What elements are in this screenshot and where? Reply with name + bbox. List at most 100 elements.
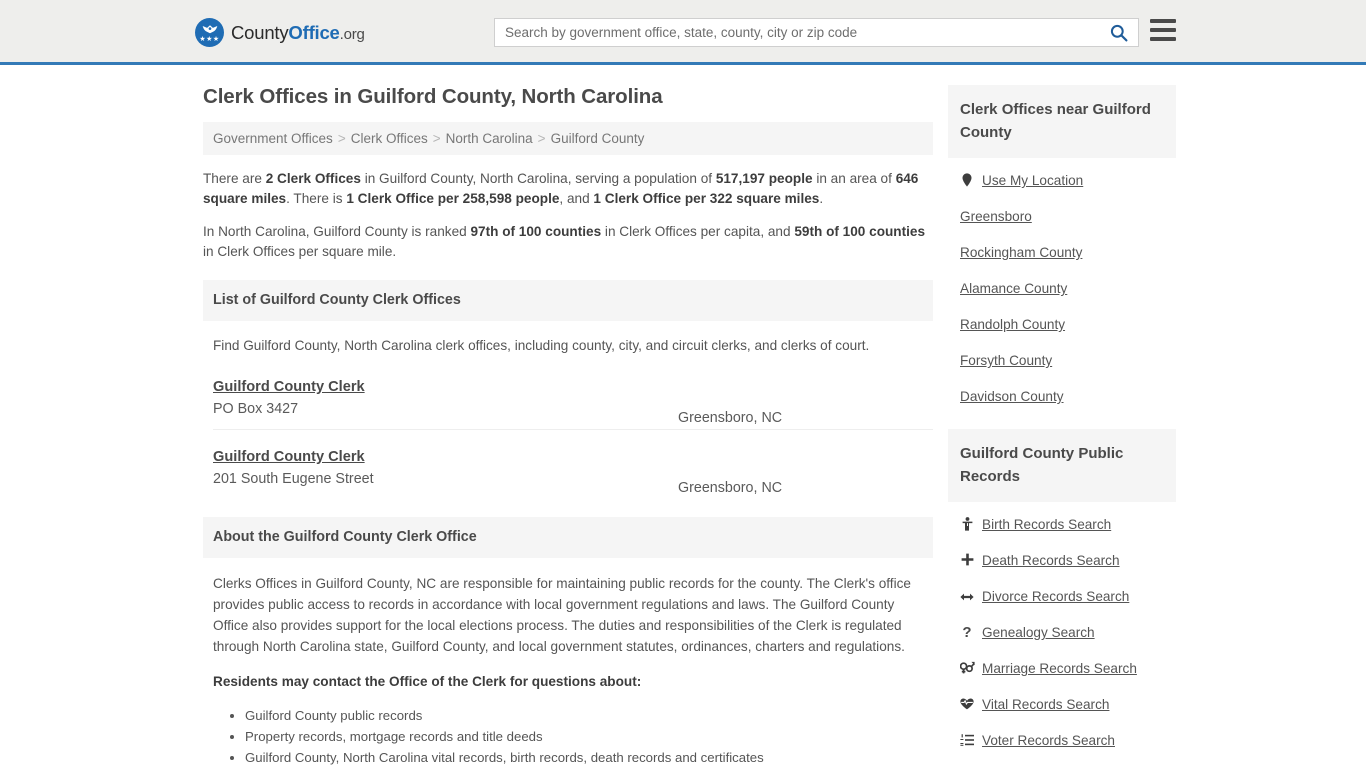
eagle-glyph bbox=[202, 25, 217, 34]
sidebar-nearby-list: Use My Location Greensboro Rockingham Co… bbox=[948, 158, 1176, 405]
sidebar-link-label[interactable]: Marriage Records Search bbox=[982, 661, 1137, 676]
about-paragraph: Clerks Offices in Guilford County, NC ar… bbox=[213, 576, 911, 654]
sidebar-link-label[interactable]: Death Records Search bbox=[982, 553, 1120, 568]
list-item: Guilford County public records bbox=[245, 706, 933, 725]
sidebar-item-greensboro[interactable]: Greensboro bbox=[960, 208, 1176, 225]
office-address: 201 South Eugene Street bbox=[213, 471, 374, 487]
sidebar-item-vital-records-search[interactable]: Vital Records Search bbox=[960, 696, 1176, 713]
breadcrumb-item-north-carolina[interactable]: North Carolina bbox=[446, 131, 533, 146]
list-ol-icon bbox=[960, 733, 974, 748]
sidebar-link-label[interactable]: Greensboro bbox=[960, 209, 1032, 224]
content-container: Clerk Offices in Guilford County, North … bbox=[193, 65, 1176, 765]
intro-text: in Clerk Offices per capita, and bbox=[601, 224, 795, 239]
office-list-item: Guilford County Clerk 201 South Eugene S… bbox=[213, 448, 933, 499]
sidebar-link-label[interactable]: Birth Records Search bbox=[982, 517, 1111, 532]
sidebar-link-label[interactable]: Forsyth County bbox=[960, 353, 1052, 368]
sidebar-link-label[interactable]: Rockingham County bbox=[960, 245, 1082, 260]
breadcrumb-item-clerk-offices[interactable]: Clerk Offices bbox=[351, 131, 428, 146]
list-item: Property records, mortgage records and t… bbox=[245, 727, 933, 746]
sidebar-item-marriage-records-search[interactable]: Marriage Records Search bbox=[959, 660, 1176, 677]
map-pin-icon bbox=[960, 172, 974, 189]
sidebar-public-records-list: Birth Records Search Death Records Searc… bbox=[948, 502, 1176, 749]
stat-per-people: 1 Clerk Office per 258,598 people bbox=[346, 191, 560, 206]
cross-glyph bbox=[961, 553, 973, 566]
sidebar-link-label[interactable]: Use My Location bbox=[982, 173, 1083, 188]
intro-text: , and bbox=[559, 191, 594, 206]
logo-text-office: Office bbox=[288, 21, 340, 43]
sidebar-item-divorce-records-search[interactable]: Divorce Records Search bbox=[960, 588, 1176, 605]
breadcrumb-separator: > bbox=[432, 131, 441, 146]
double-arrow-icon bbox=[960, 590, 974, 604]
stat-population: 517,197 people bbox=[715, 171, 813, 186]
intro-text: . bbox=[819, 191, 824, 206]
about-bullet-list: Guilford County public records Property … bbox=[213, 706, 933, 767]
sidebar: Clerk Offices near Guilford County Use M… bbox=[948, 85, 1176, 768]
sidebar-public-records-heading: Guilford County Public Records bbox=[948, 429, 1176, 502]
list-section-heading: List of Guilford County Clerk Offices bbox=[203, 280, 933, 321]
map-pin-glyph bbox=[962, 172, 972, 187]
intro-text: in Clerk Offices per square mile. bbox=[203, 244, 397, 259]
sidebar-item-use-my-location[interactable]: Use My Location bbox=[960, 172, 1176, 189]
heartbeat-icon bbox=[960, 698, 974, 712]
about-section-heading: About the Guilford County Clerk Office bbox=[203, 517, 933, 558]
sidebar-item-rockingham-county[interactable]: Rockingham County bbox=[960, 244, 1176, 261]
sidebar-item-davidson-county[interactable]: Davidson County bbox=[960, 388, 1176, 405]
baby-glyph bbox=[962, 516, 972, 531]
breadcrumb-item-guilford-county[interactable]: Guilford County bbox=[551, 131, 645, 146]
sidebar-item-randolph-county[interactable]: Randolph County bbox=[960, 316, 1176, 333]
baby-icon bbox=[960, 516, 974, 533]
stat-office-count: 2 Clerk Offices bbox=[265, 171, 361, 186]
double-arrow-glyph bbox=[960, 593, 974, 600]
hamburger-menu-icon[interactable] bbox=[1150, 19, 1176, 41]
sidebar-item-voter-records-search[interactable]: Voter Records Search bbox=[960, 732, 1176, 749]
intro-text: in an area of bbox=[812, 171, 896, 186]
hamburger-bar-1 bbox=[1150, 19, 1176, 23]
hamburger-bar-2 bbox=[1150, 28, 1176, 32]
stat-per-area: 1 Clerk Office per 322 square miles bbox=[593, 191, 820, 206]
sidebar-nearby-heading: Clerk Offices near Guilford County bbox=[948, 85, 1176, 158]
sidebar-link-label[interactable]: Randolph County bbox=[960, 317, 1065, 332]
office-name-link[interactable]: Guilford County Clerk bbox=[213, 379, 365, 395]
ordered-list-glyph bbox=[960, 733, 974, 746]
breadcrumb: Government Offices > Clerk Offices > North C… bbox=[203, 122, 933, 155]
breadcrumb-item-government-offices[interactable]: Government Offices bbox=[213, 131, 333, 146]
sidebar-item-death-records-search[interactable]: Death Records Search bbox=[960, 552, 1176, 569]
sidebar-link-label[interactable]: Alamance County bbox=[960, 281, 1067, 296]
search-button[interactable] bbox=[1100, 19, 1138, 46]
office-name-link[interactable]: Guilford County Clerk bbox=[213, 449, 365, 465]
intro-text: There are bbox=[203, 171, 266, 186]
search-icon bbox=[1110, 24, 1128, 41]
sidebar-item-alamance-county[interactable]: Alamance County bbox=[960, 280, 1176, 297]
sidebar-link-label[interactable]: Vital Records Search bbox=[982, 697, 1109, 712]
logo-text-county: County bbox=[231, 21, 289, 43]
gender-symbols-icon bbox=[959, 661, 975, 676]
list-section-lead: Find Guilford County, North Carolina cle… bbox=[213, 338, 870, 353]
cross-icon bbox=[960, 553, 974, 568]
question-mark-icon: ? bbox=[962, 623, 972, 641]
sidebar-link-label[interactable]: Genealogy Search bbox=[982, 625, 1095, 640]
hamburger-bar-3 bbox=[1150, 37, 1176, 41]
breadcrumb-separator: > bbox=[537, 131, 546, 146]
intro-paragraph-2: In North Carolina, Guilford County is ra… bbox=[203, 222, 933, 262]
logo-stars: ★★★ bbox=[199, 36, 220, 43]
sidebar-link-label[interactable]: Voter Records Search bbox=[982, 733, 1115, 748]
office-city: Greensboro, NC bbox=[678, 410, 783, 426]
site-logo[interactable]: ★★★ CountyOffice.org bbox=[195, 18, 365, 47]
main-column: Clerk Offices in Guilford County, North … bbox=[203, 85, 933, 768]
intro-text: . There is bbox=[286, 191, 347, 206]
office-list-item: Guilford County Clerk PO Box 3427 Greens… bbox=[213, 378, 933, 430]
sidebar-link-label[interactable]: Divorce Records Search bbox=[982, 589, 1129, 604]
breadcrumb-separator: > bbox=[337, 131, 346, 146]
sidebar-item-genealogy-search[interactable]: ? Genealogy Search bbox=[960, 624, 1176, 641]
sidebar-item-birth-records-search[interactable]: Birth Records Search bbox=[960, 516, 1176, 533]
sidebar-item-forsyth-county[interactable]: Forsyth County bbox=[960, 352, 1176, 369]
stat-rank-per-capita: 97th of 100 counties bbox=[470, 224, 602, 239]
page-body: Clerk Offices in Guilford County, North … bbox=[0, 65, 1366, 765]
site-header: ★★★ CountyOffice.org bbox=[0, 0, 1366, 65]
page-title: Clerk Offices in Guilford County, North … bbox=[203, 85, 663, 108]
intro-text: in Guilford County, North Carolina, serv… bbox=[360, 171, 716, 186]
logo-text-org: .org bbox=[339, 25, 365, 43]
search-bar[interactable] bbox=[494, 18, 1139, 47]
search-input[interactable] bbox=[495, 19, 1100, 46]
sidebar-link-label[interactable]: Davidson County bbox=[960, 389, 1064, 404]
